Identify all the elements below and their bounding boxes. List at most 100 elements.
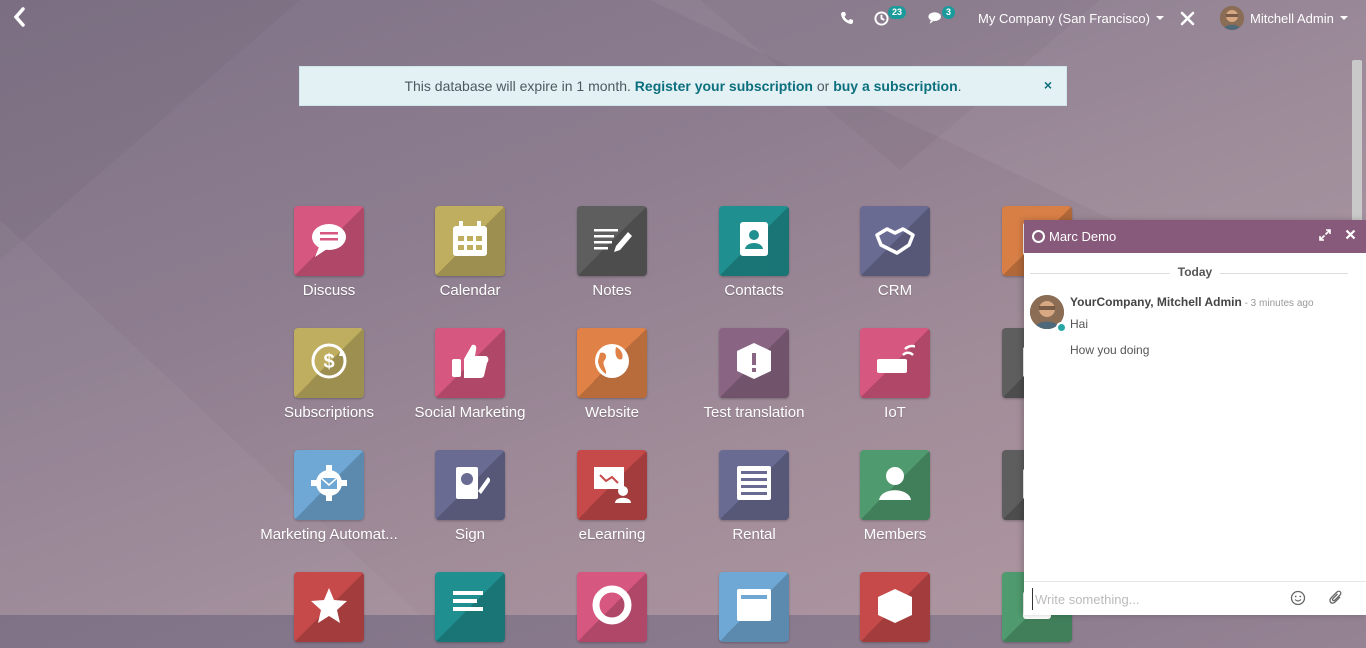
package-icon <box>878 589 912 623</box>
app-label: Website <box>585 404 639 421</box>
calendar-icon <box>453 221 487 256</box>
lifebuoy-icon <box>592 585 632 625</box>
user-name: Mitchell Admin <box>1250 10 1334 26</box>
chat-window: Marc Demo Today YourCompany, Mitchell Ad… <box>1024 220 1366 615</box>
expand-icon[interactable] <box>1319 229 1331 241</box>
app-label: CRM <box>877 282 913 299</box>
user-avatar <box>1220 6 1244 30</box>
star-icon <box>311 588 347 623</box>
close-icon[interactable] <box>1345 229 1356 240</box>
caret-down-icon <box>1155 16 1164 20</box>
message-time: - 3 minutes ago <box>1241 298 1314 309</box>
register-subscription-link[interactable]: Register your subscription <box>635 78 813 94</box>
chat-title: Marc Demo <box>1049 229 1117 244</box>
clock-icon <box>874 10 889 26</box>
app-label: Social Marketing <box>414 404 526 421</box>
app-website[interactable]: Website <box>542 328 682 421</box>
phone-icon <box>841 12 853 24</box>
app-tile <box>719 450 789 520</box>
app-tile: $ <box>294 328 364 398</box>
message-author: YourCompany, Mitchell Admin <box>1070 295 1242 309</box>
app-discuss[interactable]: Discuss <box>259 206 399 299</box>
activity-button[interactable]: 23 <box>874 0 910 36</box>
member-icon <box>879 467 911 500</box>
app-label: Notes <box>592 282 632 299</box>
banner-text: This database will expire in 1 month. <box>404 78 635 94</box>
chat-composer <box>1024 581 1366 615</box>
app-label: Test translation <box>703 404 805 421</box>
app-tile <box>294 572 364 642</box>
subscription-icon: $ <box>311 343 347 379</box>
app-label: Calendar <box>439 282 501 299</box>
emoji-icon[interactable] <box>1290 590 1306 606</box>
globe-icon <box>595 344 629 378</box>
back-button[interactable] <box>12 6 34 30</box>
offline-status-icon <box>1032 230 1045 243</box>
app-label: Marketing Automat... <box>260 526 398 543</box>
chat-icon <box>312 224 346 257</box>
phone-button[interactable] <box>840 0 854 36</box>
handshake-icon <box>875 227 915 255</box>
app-label: Rental <box>732 526 776 543</box>
app-tile-18[interactable] <box>259 572 399 648</box>
app-tile <box>435 572 505 642</box>
notes-icon <box>594 229 632 252</box>
thumbs-up-icon <box>452 344 489 378</box>
app-social-marketing[interactable]: Social Marketing <box>400 328 540 421</box>
form-icon <box>737 589 771 621</box>
app-members[interactable]: Members <box>825 450 965 543</box>
app-tile <box>577 450 647 520</box>
app-subscriptions[interactable]: $ Subscriptions <box>259 328 399 421</box>
elearning-icon <box>594 467 631 503</box>
caret-down-icon <box>1339 16 1348 20</box>
app-iot[interactable]: IoT <box>825 328 965 421</box>
chevron-left-icon <box>13 7 25 27</box>
message-text: Hai <box>1070 317 1089 331</box>
activity-count-badge: 23 <box>888 6 907 19</box>
list-icon <box>453 591 483 611</box>
app-sign[interactable]: Sign <box>400 450 540 543</box>
banner-or: or <box>812 78 834 94</box>
app-tile <box>860 206 930 276</box>
date-divider: Today <box>1024 265 1366 281</box>
online-status-icon <box>1056 322 1067 333</box>
messages-count-badge: 3 <box>942 6 956 19</box>
rental-icon <box>737 466 771 500</box>
buy-subscription-link[interactable]: buy a subscription <box>833 78 957 94</box>
user-menu[interactable]: Mitchell Admin <box>1220 0 1348 36</box>
app-marketing-automat[interactable]: Marketing Automat... <box>259 450 399 543</box>
app-tile <box>577 572 647 642</box>
app-crm[interactable]: CRM <box>825 206 965 299</box>
app-rental[interactable]: Rental <box>684 450 824 543</box>
app-tile-19[interactable] <box>400 572 540 648</box>
app-tile <box>719 572 789 642</box>
messages-button[interactable]: 3 <box>928 0 964 36</box>
app-tile <box>860 450 930 520</box>
app-tile-20[interactable] <box>542 572 682 648</box>
close-banner-button[interactable]: × <box>1044 77 1052 93</box>
app-notes[interactable]: Notes <box>542 206 682 299</box>
company-name: My Company (San Francisco) <box>978 10 1150 26</box>
app-tile <box>860 572 930 642</box>
paperclip-icon[interactable] <box>1328 590 1344 606</box>
message-input[interactable] <box>1032 588 1287 610</box>
chat-header[interactable]: Marc Demo <box>1024 220 1366 253</box>
app-label: Contacts <box>724 282 784 299</box>
app-tile <box>435 328 505 398</box>
app-tile-22[interactable] <box>825 572 965 648</box>
app-tile <box>719 328 789 398</box>
date-divider-label: Today <box>1169 265 1221 279</box>
app-tile <box>294 206 364 276</box>
banner-suffix: . <box>957 78 962 94</box>
app-calendar[interactable]: Calendar <box>400 206 540 299</box>
app-test-translation[interactable]: Test translation <box>684 328 824 421</box>
debug-tools-button[interactable] <box>1180 0 1195 36</box>
bug-tools-icon <box>1180 11 1195 25</box>
svg-text:$: $ <box>323 351 334 373</box>
app-contacts[interactable]: Contacts <box>684 206 824 299</box>
box-icon <box>737 343 771 379</box>
message-text: How you doing <box>1070 343 1150 357</box>
company-switcher[interactable]: My Company (San Francisco) <box>978 0 1164 36</box>
app-tile-21[interactable] <box>684 572 824 648</box>
app-elearning[interactable]: eLearning <box>542 450 682 543</box>
